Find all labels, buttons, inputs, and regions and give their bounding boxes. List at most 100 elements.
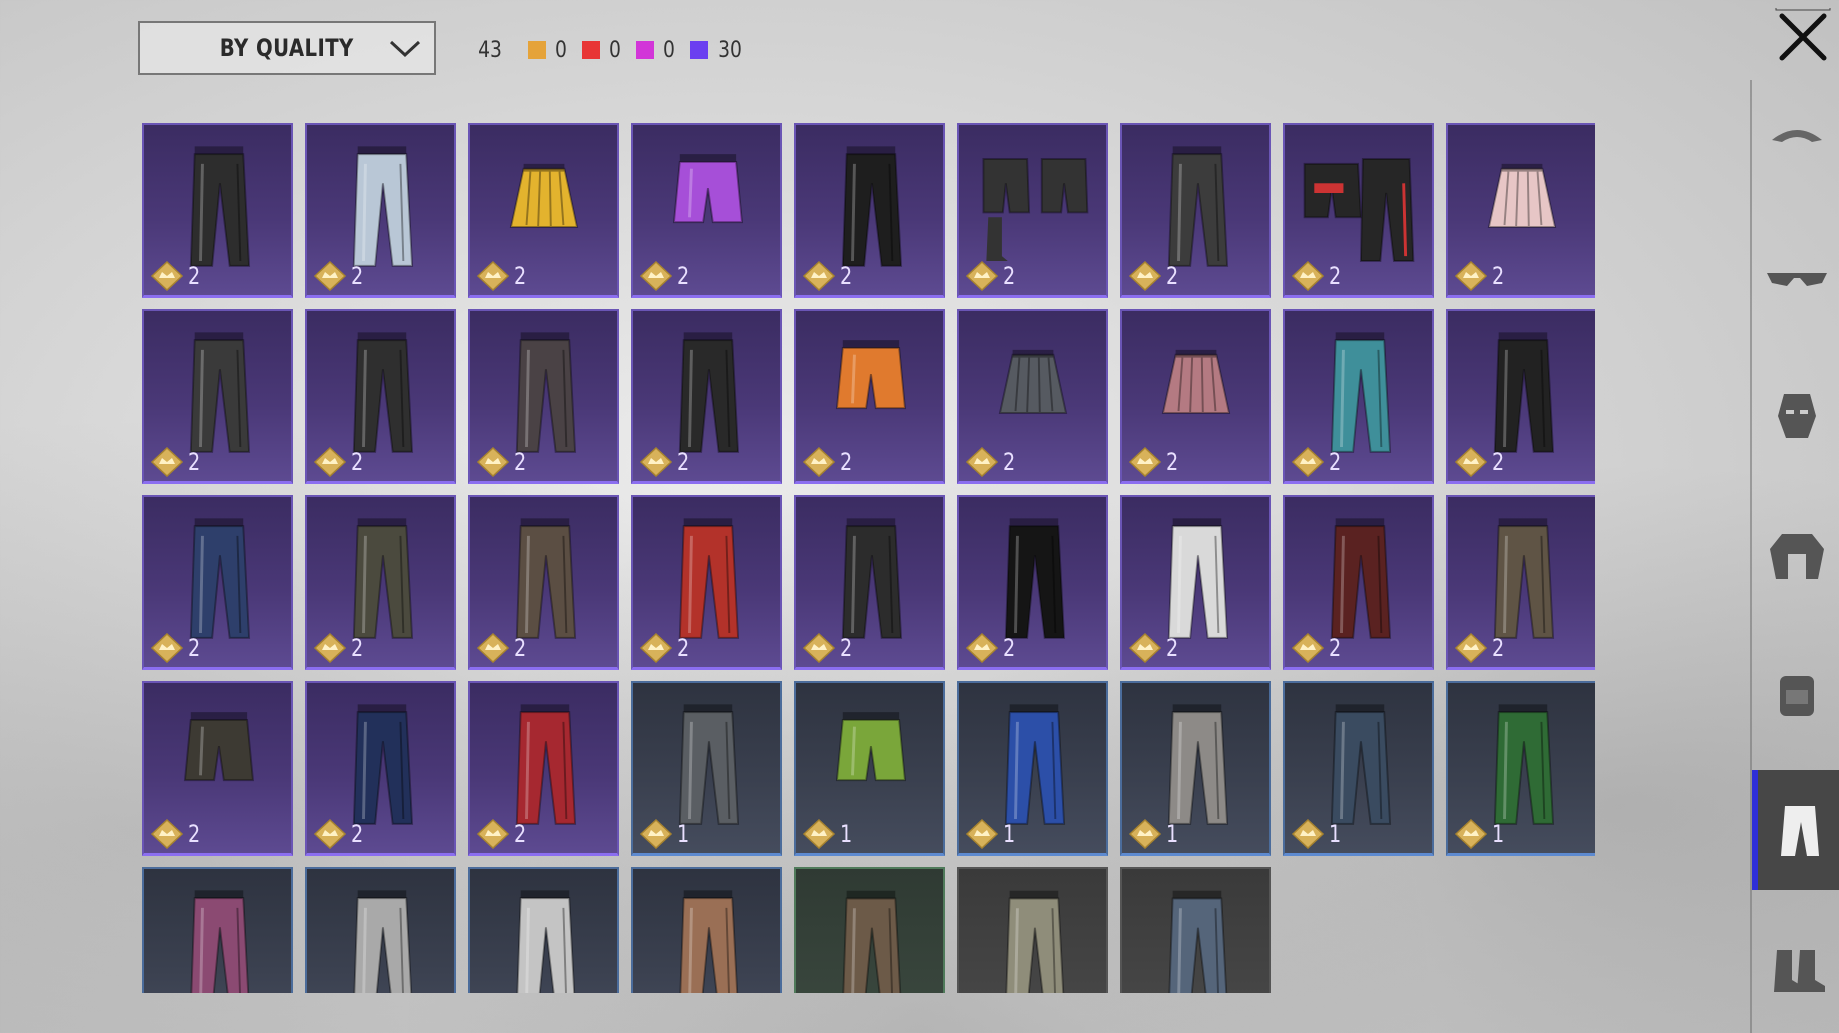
item-black-strap-pants[interactable]: 2 bbox=[305, 309, 456, 484]
item-dark-navy-jeans[interactable]: 2 bbox=[305, 681, 456, 856]
level-badge-icon bbox=[1291, 819, 1325, 849]
pants-icon bbox=[1780, 806, 1819, 856]
item-level: 2 bbox=[514, 634, 527, 662]
item-camo-patched-pants[interactable]: 2 bbox=[142, 309, 293, 484]
item-level: 2 bbox=[1329, 634, 1342, 662]
item-level: 1 bbox=[677, 820, 690, 848]
level-badge-icon bbox=[1291, 633, 1325, 663]
item-teal-jeans[interactable]: 2 bbox=[1283, 309, 1434, 484]
item-level: 1 bbox=[1492, 820, 1505, 848]
item-level: 2 bbox=[1003, 262, 1016, 290]
item-green-pants[interactable]: 1 bbox=[1446, 681, 1595, 856]
item-grey-mini-skirt[interactable]: 2 bbox=[957, 309, 1108, 484]
sidebar-item-jacket[interactable] bbox=[1752, 494, 1839, 614]
quality-count: 0 bbox=[609, 37, 621, 63]
item-white-camo-pants[interactable] bbox=[305, 867, 456, 993]
sidebar-item-shoes[interactable] bbox=[1752, 908, 1839, 1028]
level-badge-icon bbox=[1454, 819, 1488, 849]
level-badge-icon bbox=[150, 261, 184, 291]
item-green-shorts[interactable]: 1 bbox=[794, 681, 945, 856]
white-camo-pants-icon bbox=[353, 890, 413, 993]
item-denim-pants[interactable] bbox=[1120, 867, 1271, 993]
item-biker-pants[interactable]: 2 bbox=[794, 495, 945, 670]
item-shorts-with-boots[interactable]: 2 bbox=[957, 123, 1108, 298]
item-level: 2 bbox=[1492, 448, 1505, 476]
item-level: 2 bbox=[351, 634, 364, 662]
quality-swatch bbox=[528, 41, 546, 59]
item-level: 2 bbox=[1003, 634, 1016, 662]
item-white-pants[interactable]: 2 bbox=[1120, 495, 1271, 670]
level-badge-icon bbox=[965, 819, 999, 849]
sidebar-item-backpack[interactable] bbox=[1752, 632, 1839, 752]
level-badge-icon bbox=[313, 819, 347, 849]
sidebar-item-pants[interactable] bbox=[1752, 770, 1839, 890]
item-purple-shorts[interactable]: 2 bbox=[631, 123, 782, 298]
item-light-blue-jeans[interactable]: 2 bbox=[305, 123, 456, 298]
item-level: 1 bbox=[1003, 820, 1016, 848]
level-badge-icon bbox=[1454, 447, 1488, 477]
item-orange-hot-pants[interactable]: 2 bbox=[794, 309, 945, 484]
item-black-shorts-red-pants[interactable]: 2 bbox=[1283, 123, 1434, 298]
item-level: 2 bbox=[514, 820, 527, 848]
item-dark-pink-striped-pants[interactable]: 2 bbox=[468, 309, 619, 484]
sidebar-item-glasses[interactable] bbox=[1752, 218, 1839, 338]
chevron-down-icon bbox=[389, 40, 421, 58]
quality-summary: 43 0 0 0 30 bbox=[476, 36, 758, 64]
item-plaid-skirt[interactable]: 2 bbox=[1120, 309, 1271, 484]
item-red-pants[interactable]: 2 bbox=[631, 495, 782, 670]
item-level: 2 bbox=[514, 448, 527, 476]
level-badge-icon bbox=[802, 819, 836, 849]
sunglasses-icon bbox=[1766, 273, 1827, 286]
category-sidebar bbox=[1750, 80, 1839, 1033]
item-brown-leather-pants[interactable]: 2 bbox=[468, 495, 619, 670]
item-level: 2 bbox=[1329, 448, 1342, 476]
item-camo-shorts[interactable]: 2 bbox=[142, 681, 293, 856]
item-black-leather-pants[interactable]: 2 bbox=[142, 123, 293, 298]
sidebar-item-mask[interactable] bbox=[1752, 356, 1839, 476]
item-red-black-track-pants[interactable]: 2 bbox=[468, 681, 619, 856]
item-khaki-cargo-pants[interactable]: 2 bbox=[1446, 495, 1595, 670]
level-badge-icon bbox=[150, 633, 184, 663]
item-level: 2 bbox=[677, 448, 690, 476]
grey-camo-pants-icon bbox=[516, 890, 576, 993]
item-maroon-pants[interactable]: 2 bbox=[1283, 495, 1434, 670]
item-floral-skirt[interactable]: 2 bbox=[1446, 123, 1595, 298]
level-badge-icon bbox=[1454, 633, 1488, 663]
item-black-leather-trousers[interactable]: 2 bbox=[1446, 309, 1595, 484]
item-pink-jeans[interactable] bbox=[142, 867, 293, 993]
level-badge-icon bbox=[1291, 261, 1325, 291]
item-navy-jeans[interactable]: 2 bbox=[142, 495, 293, 670]
item-black-flared-pants[interactable]: 2 bbox=[957, 495, 1108, 670]
item-grey-joggers[interactable]: 2 bbox=[1120, 123, 1271, 298]
item-black-red-tactical-pants[interactable]: 2 bbox=[794, 123, 945, 298]
quality-swatch bbox=[690, 41, 708, 59]
level-badge-icon bbox=[313, 633, 347, 663]
item-grey-cargo-pants[interactable]: 1 bbox=[1120, 681, 1271, 856]
item-brown-work-pants[interactable] bbox=[794, 867, 945, 993]
level-badge-icon bbox=[639, 447, 673, 477]
item-level: 2 bbox=[188, 634, 201, 662]
boots-icon bbox=[1773, 950, 1825, 992]
item-level: 2 bbox=[1166, 262, 1179, 290]
item-light-khaki-pants[interactable] bbox=[957, 867, 1108, 993]
close-icon[interactable] bbox=[1772, 6, 1834, 68]
item-level: 1 bbox=[1329, 820, 1342, 848]
level-badge-icon bbox=[639, 261, 673, 291]
item-grey-camo-pants[interactable] bbox=[468, 867, 619, 993]
item-level: 2 bbox=[840, 634, 853, 662]
item-yellow-pleated-skirt[interactable]: 2 bbox=[468, 123, 619, 298]
sidebar-item-hat[interactable] bbox=[1752, 80, 1839, 200]
sort-dropdown[interactable]: BY QUALITY bbox=[138, 21, 436, 75]
item-grey-track-pants[interactable]: 1 bbox=[631, 681, 782, 856]
inventory-grid: 2 2 2 2 2 2 2 2 2 2 2 2 2 2 2 2 2 2 2 2 … bbox=[142, 123, 1595, 993]
item-blue-track-pants[interactable]: 1 bbox=[957, 681, 1108, 856]
item-tan-cargo-pants[interactable] bbox=[631, 867, 782, 993]
level-badge-icon bbox=[802, 633, 836, 663]
item-level: 1 bbox=[840, 820, 853, 848]
level-badge-icon bbox=[1128, 447, 1162, 477]
item-olive-jeans[interactable]: 2 bbox=[305, 495, 456, 670]
item-level: 2 bbox=[514, 262, 527, 290]
item-black-cargo-pants[interactable]: 2 bbox=[631, 309, 782, 484]
denim-pants-icon bbox=[1168, 890, 1228, 993]
item-washed-jeans[interactable]: 1 bbox=[1283, 681, 1434, 856]
